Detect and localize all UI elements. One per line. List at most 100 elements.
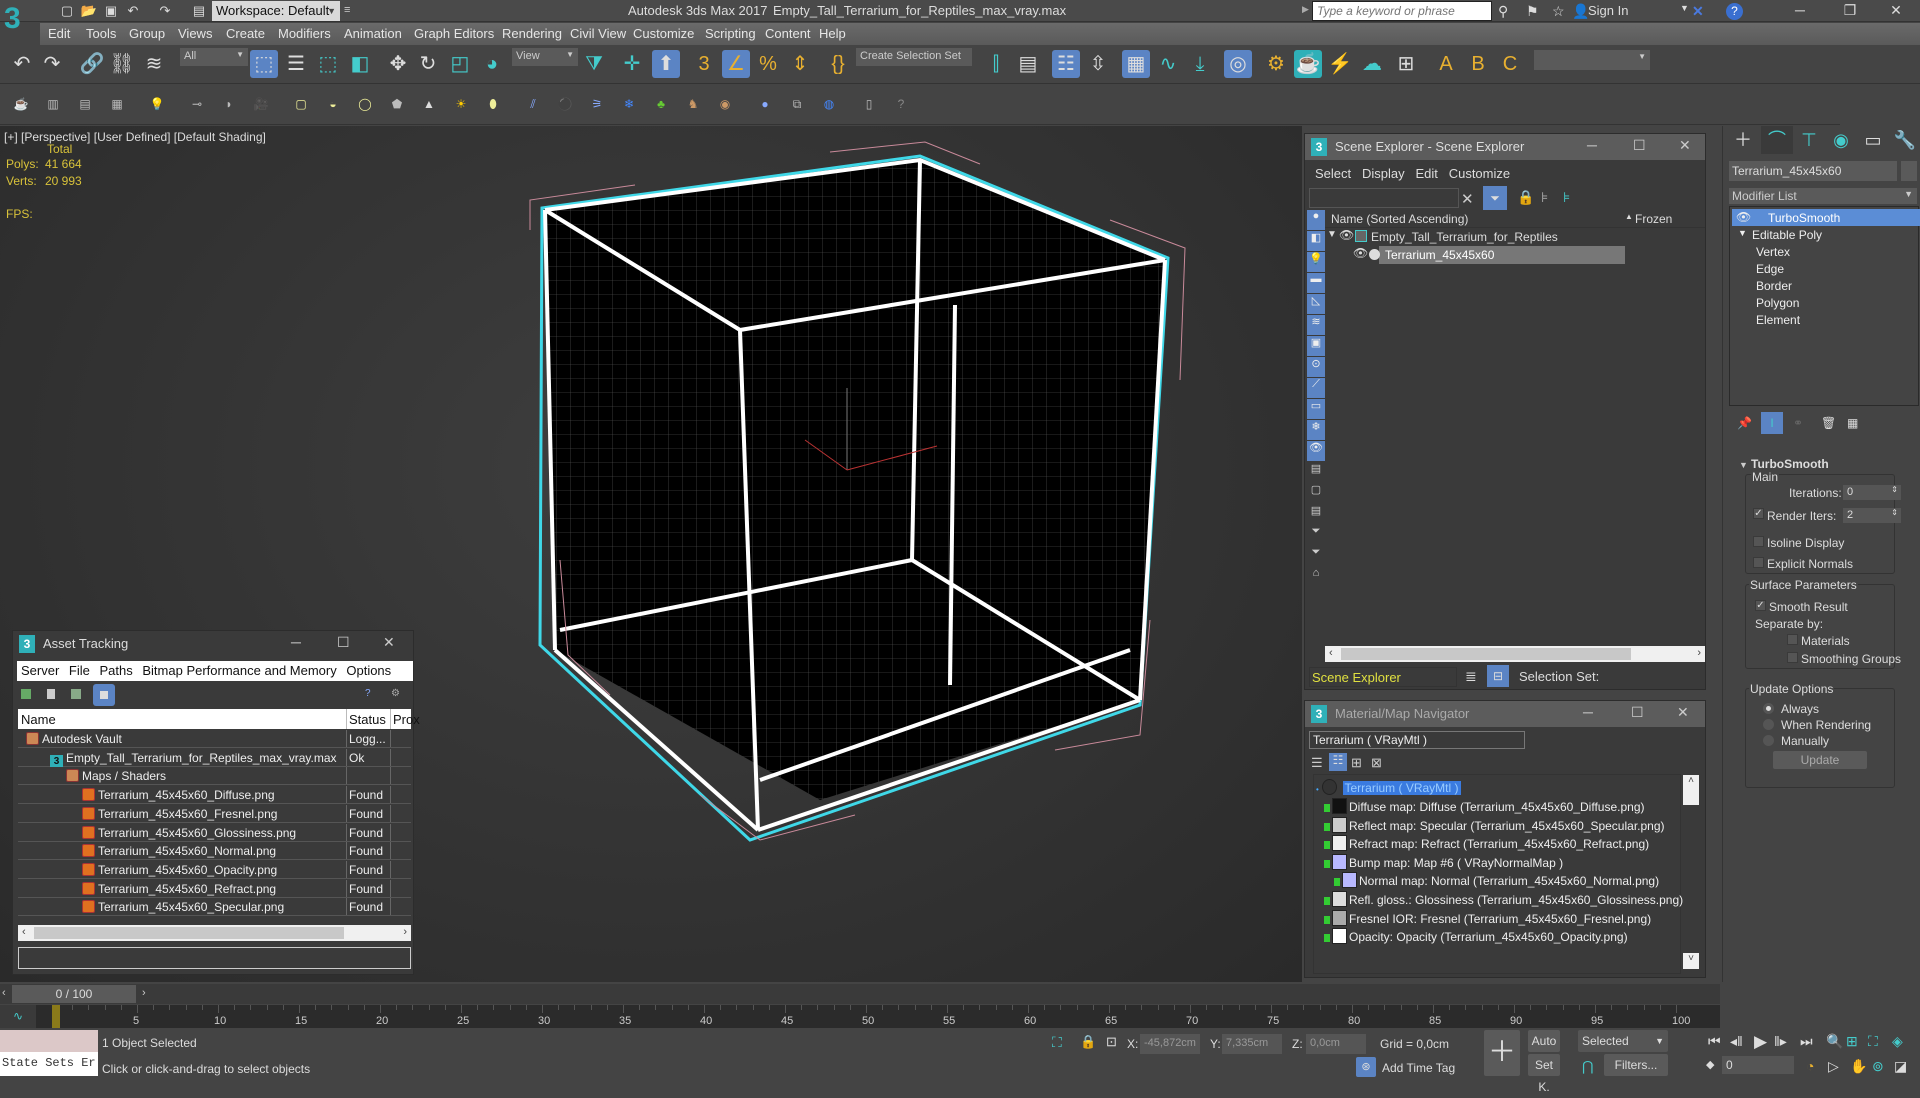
- menu-options[interactable]: Options: [346, 663, 391, 678]
- display-helpers-icon[interactable]: ◺: [1307, 294, 1325, 314]
- materials-checkbox[interactable]: [1787, 634, 1798, 645]
- time-slider-track[interactable]: [0, 984, 1720, 1004]
- scroll-up-button[interactable]: ˄: [1683, 775, 1699, 805]
- toggle-ribbon-icon[interactable]: ▦: [1122, 50, 1150, 78]
- display-frozen-icon[interactable]: ❄: [1307, 420, 1325, 440]
- menu-server[interactable]: Server: [21, 663, 59, 678]
- save-file-icon[interactable]: ▣: [102, 3, 120, 19]
- visibility-eye-icon[interactable]: 👁: [1353, 246, 1368, 260]
- smoothing-groups-checkbox[interactable]: [1787, 652, 1798, 663]
- binoculars-icon[interactable]: ⚲: [1498, 3, 1508, 20]
- layer-explorer-icon[interactable]: ⇳: [1084, 50, 1112, 78]
- plant-icon[interactable]: ♣: [652, 95, 670, 113]
- display-groups-icon[interactable]: ▣: [1307, 336, 1325, 356]
- expand-icon[interactable]: ▼: [1327, 229, 1337, 240]
- plane-icon[interactable]: ▢: [292, 95, 310, 113]
- menu-file[interactable]: File: [69, 663, 90, 678]
- select-object-icon[interactable]: ⬚: [250, 50, 278, 78]
- x-coordinate-field[interactable]: -45,872cm: [1140, 1034, 1200, 1054]
- mesh-icon[interactable]: ⬟: [388, 95, 406, 113]
- teapot-icon[interactable]: ☕: [12, 95, 30, 113]
- mirror-icon[interactable]: ⫿: [982, 50, 1010, 78]
- ies-light-icon[interactable]: ⬮: [484, 95, 502, 113]
- angle-snap-icon[interactable]: ∠: [722, 50, 750, 78]
- undo-icon[interactable]: ↶: [124, 3, 142, 19]
- hierarchy-expand-icon[interactable]: ⊧: [1563, 189, 1570, 206]
- object-name-field[interactable]: Terrarium_45x45x60: [1729, 161, 1897, 181]
- display-none-icon[interactable]: ●: [1307, 210, 1325, 230]
- expand-icon[interactable]: ▼: [1738, 228, 1747, 238]
- asset-row[interactable]: Terrarium_45x45x60_Glossiness.png Found: [18, 823, 411, 842]
- converter-icon[interactable]: ⧉: [788, 95, 806, 113]
- render-iters-spinner[interactable]: 2 ⇕: [1843, 508, 1901, 523]
- zoom-icon[interactable]: 🔍: [1826, 1033, 1843, 1050]
- stack-item-turbosmooth[interactable]: 👁 TurboSmooth: [1732, 209, 1920, 226]
- display-none-toggle-icon[interactable]: ▢: [1307, 483, 1325, 503]
- sign-in-dropdown-icon[interactable]: ▼: [1680, 3, 1689, 13]
- search-expand-icon[interactable]: ▶: [1302, 4, 1309, 15]
- column-proxy[interactable]: Prox: [393, 712, 420, 727]
- go-to-end-icon[interactable]: ⏭: [1800, 1033, 1813, 1050]
- close-button[interactable]: ✕: [1679, 137, 1691, 154]
- configure-modifier-sets-icon[interactable]: ▦: [1847, 416, 1858, 430]
- keyboard-shortcut-override-icon[interactable]: ⬆: [652, 50, 680, 78]
- link-icon[interactable]: 🔗: [78, 50, 106, 78]
- settings-icon[interactable]: ⚙: [391, 688, 400, 699]
- update-button[interactable]: Update: [1773, 751, 1867, 769]
- always-radio[interactable]: [1763, 703, 1774, 714]
- menu-content[interactable]: Content: [765, 26, 811, 41]
- info-icon[interactable]: ?: [892, 95, 910, 113]
- explorer-type-dropdown[interactable]: Scene Explorer: [1309, 667, 1457, 687]
- layers-toggle-icon[interactable]: ≣: [1465, 668, 1477, 685]
- material-map-item[interactable]: Fresnel IOR: Fresnel (Terrarium_45x45x60…: [1324, 909, 1651, 926]
- display-spacewarps-icon[interactable]: ≋: [1307, 315, 1325, 335]
- modify-tab-icon[interactable]: ⌒: [1761, 126, 1793, 154]
- asset-row[interactable]: Terrarium_45x45x60_Diffuse.png Found: [18, 786, 411, 805]
- place-icon[interactable]: ◕: [478, 50, 506, 78]
- visibility-eye-icon[interactable]: 👁: [1339, 228, 1354, 242]
- key-mode-icon[interactable]: ◆: [1706, 1058, 1714, 1071]
- viewport-label[interactable]: [+] [Perspective] [User Defined] [Defaul…: [4, 130, 266, 144]
- grid-panel-icon[interactable]: ▦: [108, 95, 126, 113]
- scene-search-input[interactable]: [1309, 188, 1459, 208]
- time-config-icon[interactable]: ◔: [1806, 1058, 1814, 1074]
- pivot-center-icon[interactable]: ⧩: [580, 50, 608, 78]
- curve-editor-mini-icon[interactable]: ∿: [0, 1005, 36, 1028]
- horizontal-scrollbar[interactable]: ‹ ›: [18, 925, 411, 941]
- set-key-button[interactable]: Set K.: [1528, 1054, 1560, 1094]
- table-view-icon[interactable]: [71, 689, 81, 699]
- display-containers-icon[interactable]: ▭: [1307, 399, 1325, 419]
- menu-graph-editors[interactable]: Graph Editors: [414, 26, 494, 41]
- sound-icon[interactable]: ◗: [220, 95, 238, 113]
- overflow-icon[interactable]: ≡: [344, 4, 350, 16]
- script-a-icon[interactable]: A: [1432, 50, 1460, 78]
- maximize-viewport-icon[interactable]: ◪: [1894, 1058, 1907, 1075]
- horizontal-scrollbar[interactable]: ‹ ›: [1325, 646, 1705, 662]
- scrollbar-thumb[interactable]: [34, 927, 344, 939]
- asset-row[interactable]: Autodesk Vault Logg...: [18, 730, 411, 748]
- align-icon[interactable]: ▤: [1014, 50, 1042, 78]
- maxscript-listener-top[interactable]: [0, 1030, 98, 1052]
- curve-editor-icon[interactable]: ∿: [1154, 50, 1182, 78]
- isolate-selection-icon[interactable]: ⛶: [1052, 1034, 1062, 1051]
- creature-icon[interactable]: ◉: [716, 95, 734, 113]
- play-icon[interactable]: ▶: [1754, 1032, 1767, 1052]
- filter-icon[interactable]: ⏷: [1307, 546, 1325, 566]
- absolute-mode-icon[interactable]: ⊡: [1106, 1034, 1117, 1050]
- display-cameras-icon[interactable]: ▬: [1307, 273, 1325, 293]
- snaps-toggle-icon[interactable]: 3: [690, 50, 718, 78]
- spinner-arrows-icon[interactable]: ⇕: [1891, 485, 1898, 494]
- prev-frame-icon[interactable]: ‹: [2, 987, 6, 999]
- proxy-icon[interactable]: ⚫: [556, 95, 574, 113]
- menu-customize[interactable]: Customize: [1449, 166, 1510, 181]
- minimize-button[interactable]: ─: [1587, 137, 1597, 153]
- utilities-tab-icon[interactable]: 🔧: [1889, 126, 1920, 154]
- view-small-icons-icon[interactable]: ⊞: [1351, 755, 1362, 771]
- maxscript-mini-listener[interactable]: State Sets Er:: [0, 1052, 98, 1076]
- display-geometry-icon[interactable]: ◧: [1307, 231, 1325, 251]
- scene-explorer-titlebar[interactable]: 3 Scene Explorer - Scene Explorer ─ ☐ ✕: [1305, 134, 1705, 160]
- close-button[interactable]: ✕: [1876, 2, 1916, 19]
- next-frame-icon[interactable]: ›: [142, 987, 146, 999]
- sphere-icon[interactable]: ◯: [356, 95, 374, 113]
- orbit-icon[interactable]: ⊚: [1872, 1058, 1884, 1075]
